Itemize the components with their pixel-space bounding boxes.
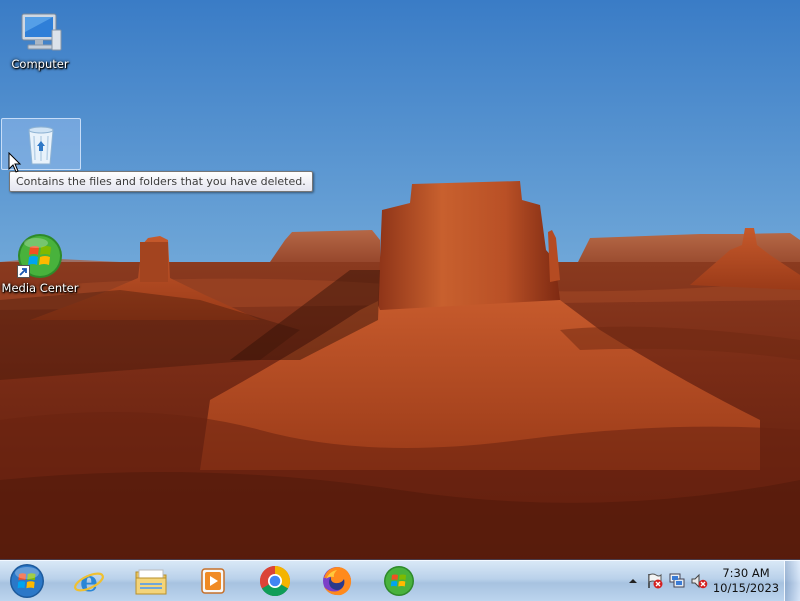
network-tray[interactable] [666,570,688,592]
desktop[interactable]: Computer Media Center Contains the files… [0,0,800,560]
desktop-icon-label: Media Center [1,281,79,295]
clock-date: 10/15/2023 [712,581,780,595]
internet-explorer-icon: e [74,565,104,597]
chevron-up-icon [629,579,637,583]
system-tray: 7:30 AM 10/15/2023 [622,561,782,601]
start-orb-icon [10,564,44,598]
desktop-icon-media-center[interactable]: Media Center [1,232,79,295]
volume-tray[interactable] [688,570,710,592]
wallpaper-monument-valley [0,0,800,560]
file-explorer-icon [135,569,167,595]
taskbar-internet-explorer[interactable]: e [62,562,116,600]
volume-muted-icon [691,573,708,589]
clock-time: 7:30 AM [722,566,770,580]
clock[interactable]: 7:30 AM 10/15/2023 [710,566,782,596]
media-player-icon [201,568,225,594]
taskbar-chrome[interactable] [248,562,302,600]
windows-media-center-icon [384,566,414,596]
taskbar-firefox[interactable] [310,562,364,600]
chrome-icon [259,566,291,597]
start-button[interactable] [0,562,54,600]
shortcut-arrow-icon [17,265,30,278]
desktop-icon-label: Computer [11,57,69,71]
desktop-icon-computer[interactable]: Computer [1,8,79,71]
taskbar-media-player[interactable] [186,562,240,600]
action-center-flag-icon [648,573,663,589]
show-desktop-button[interactable] [784,561,800,601]
computer-icon [21,13,62,51]
network-icon [669,573,685,588]
taskbar: e 7:30 AM 10/15/2023 [0,560,800,601]
action-center-tray[interactable] [644,570,666,592]
recycle-bin-icon [28,126,54,165]
svg-text:e: e [80,565,98,597]
show-hidden-icons-button[interactable] [622,570,644,592]
firefox-icon [323,567,352,596]
taskbar-windows-media-center[interactable] [372,562,426,600]
taskbar-file-explorer[interactable] [124,562,178,600]
recycle-bin-tooltip: Contains the files and folders that you … [9,171,313,192]
mouse-cursor-icon [8,152,22,173]
